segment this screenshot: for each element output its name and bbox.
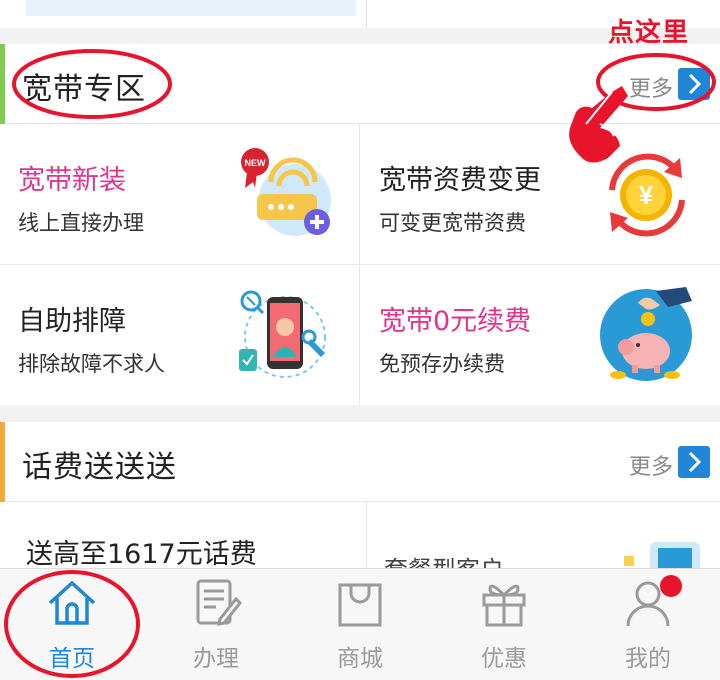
card-subtitle: 免预存办续费 xyxy=(379,352,505,376)
tab-label: 我的 xyxy=(625,646,671,672)
card-title: 宽带资费变更 xyxy=(379,165,541,196)
tab-label: 首页 xyxy=(49,646,95,672)
tab-home[interactable]: 首页 xyxy=(0,569,144,680)
broadband-plan-change-card[interactable]: 宽带资费变更 可变更宽带资费 ¥ xyxy=(361,124,720,264)
piggy-bank-icon xyxy=(600,287,692,381)
svg-text:NEW: NEW xyxy=(245,158,267,168)
card-title: 自助排障 xyxy=(18,306,126,337)
broadband-zero-renewal-card[interactable]: 宽带0元续费 免预存办续费 xyxy=(361,265,720,405)
tab-offers[interactable]: 优惠 xyxy=(432,569,576,680)
promo-left-text[interactable]: 送高至1617元话费 xyxy=(26,532,257,571)
shopping-bag-icon xyxy=(338,583,382,627)
phone-repair-icon xyxy=(239,290,326,378)
topup-promo-row: 送高至1617元话费 套餐型客户 xyxy=(0,502,720,572)
chevron-right-icon xyxy=(688,73,702,95)
card-subtitle: 线上直接办理 xyxy=(18,211,144,235)
tab-mine[interactable]: 我的 xyxy=(576,569,720,680)
tab-label: 商城 xyxy=(337,646,383,672)
topup-section-header: 话费送送送 更多 xyxy=(0,422,720,502)
card-subtitle: 排除故障不求人 xyxy=(18,352,165,376)
divider xyxy=(366,502,367,572)
self-troubleshoot-card[interactable]: 自助排障 排除故障不求人 xyxy=(0,265,359,405)
yuan-coin-exchange-icon: ¥ xyxy=(609,153,685,237)
broadband-new-install-card[interactable]: 宽带新装 线上直接办理 NEW xyxy=(0,124,359,264)
grid-divider xyxy=(0,264,720,265)
bottom-tab-bar: 首页 办理 商城 优惠 我的 xyxy=(0,568,720,680)
tab-label: 办理 xyxy=(193,646,239,672)
more-link[interactable]: 更多 xyxy=(629,449,673,481)
more-arrow-button[interactable] xyxy=(678,446,710,478)
notification-badge xyxy=(660,575,682,597)
grid-divider xyxy=(359,124,360,405)
gift-icon xyxy=(482,584,526,627)
section-accent-bar xyxy=(0,422,5,502)
broadband-section-header: 宽带专区 更多 xyxy=(0,44,720,124)
more-arrow-button[interactable] xyxy=(678,68,710,100)
click-here-annotation: 点这里 xyxy=(608,18,690,48)
new-router-icon: NEW xyxy=(241,148,331,236)
section-accent-bar xyxy=(0,44,5,124)
divider xyxy=(366,0,367,28)
tab-mall[interactable]: 商城 xyxy=(288,569,432,680)
tab-handle[interactable]: 办理 xyxy=(144,569,288,680)
screen: { "broadband": { "title": "宽带专区", "more_… xyxy=(0,0,720,680)
card-title: 宽带0元续费 xyxy=(379,306,532,337)
tab-label: 优惠 xyxy=(481,646,527,672)
section-title: 话费送送送 xyxy=(22,450,177,485)
card-subtitle: 可变更宽带资费 xyxy=(379,211,526,235)
section-title: 宽带专区 xyxy=(22,72,146,107)
home-icon xyxy=(48,581,96,625)
card-title: 宽带新装 xyxy=(18,165,126,196)
document-edit-icon xyxy=(196,579,242,626)
svg-text:¥: ¥ xyxy=(639,180,654,210)
more-link[interactable]: 更多 xyxy=(629,71,673,103)
chevron-right-icon xyxy=(688,451,702,473)
previous-banner-strip xyxy=(26,0,356,16)
